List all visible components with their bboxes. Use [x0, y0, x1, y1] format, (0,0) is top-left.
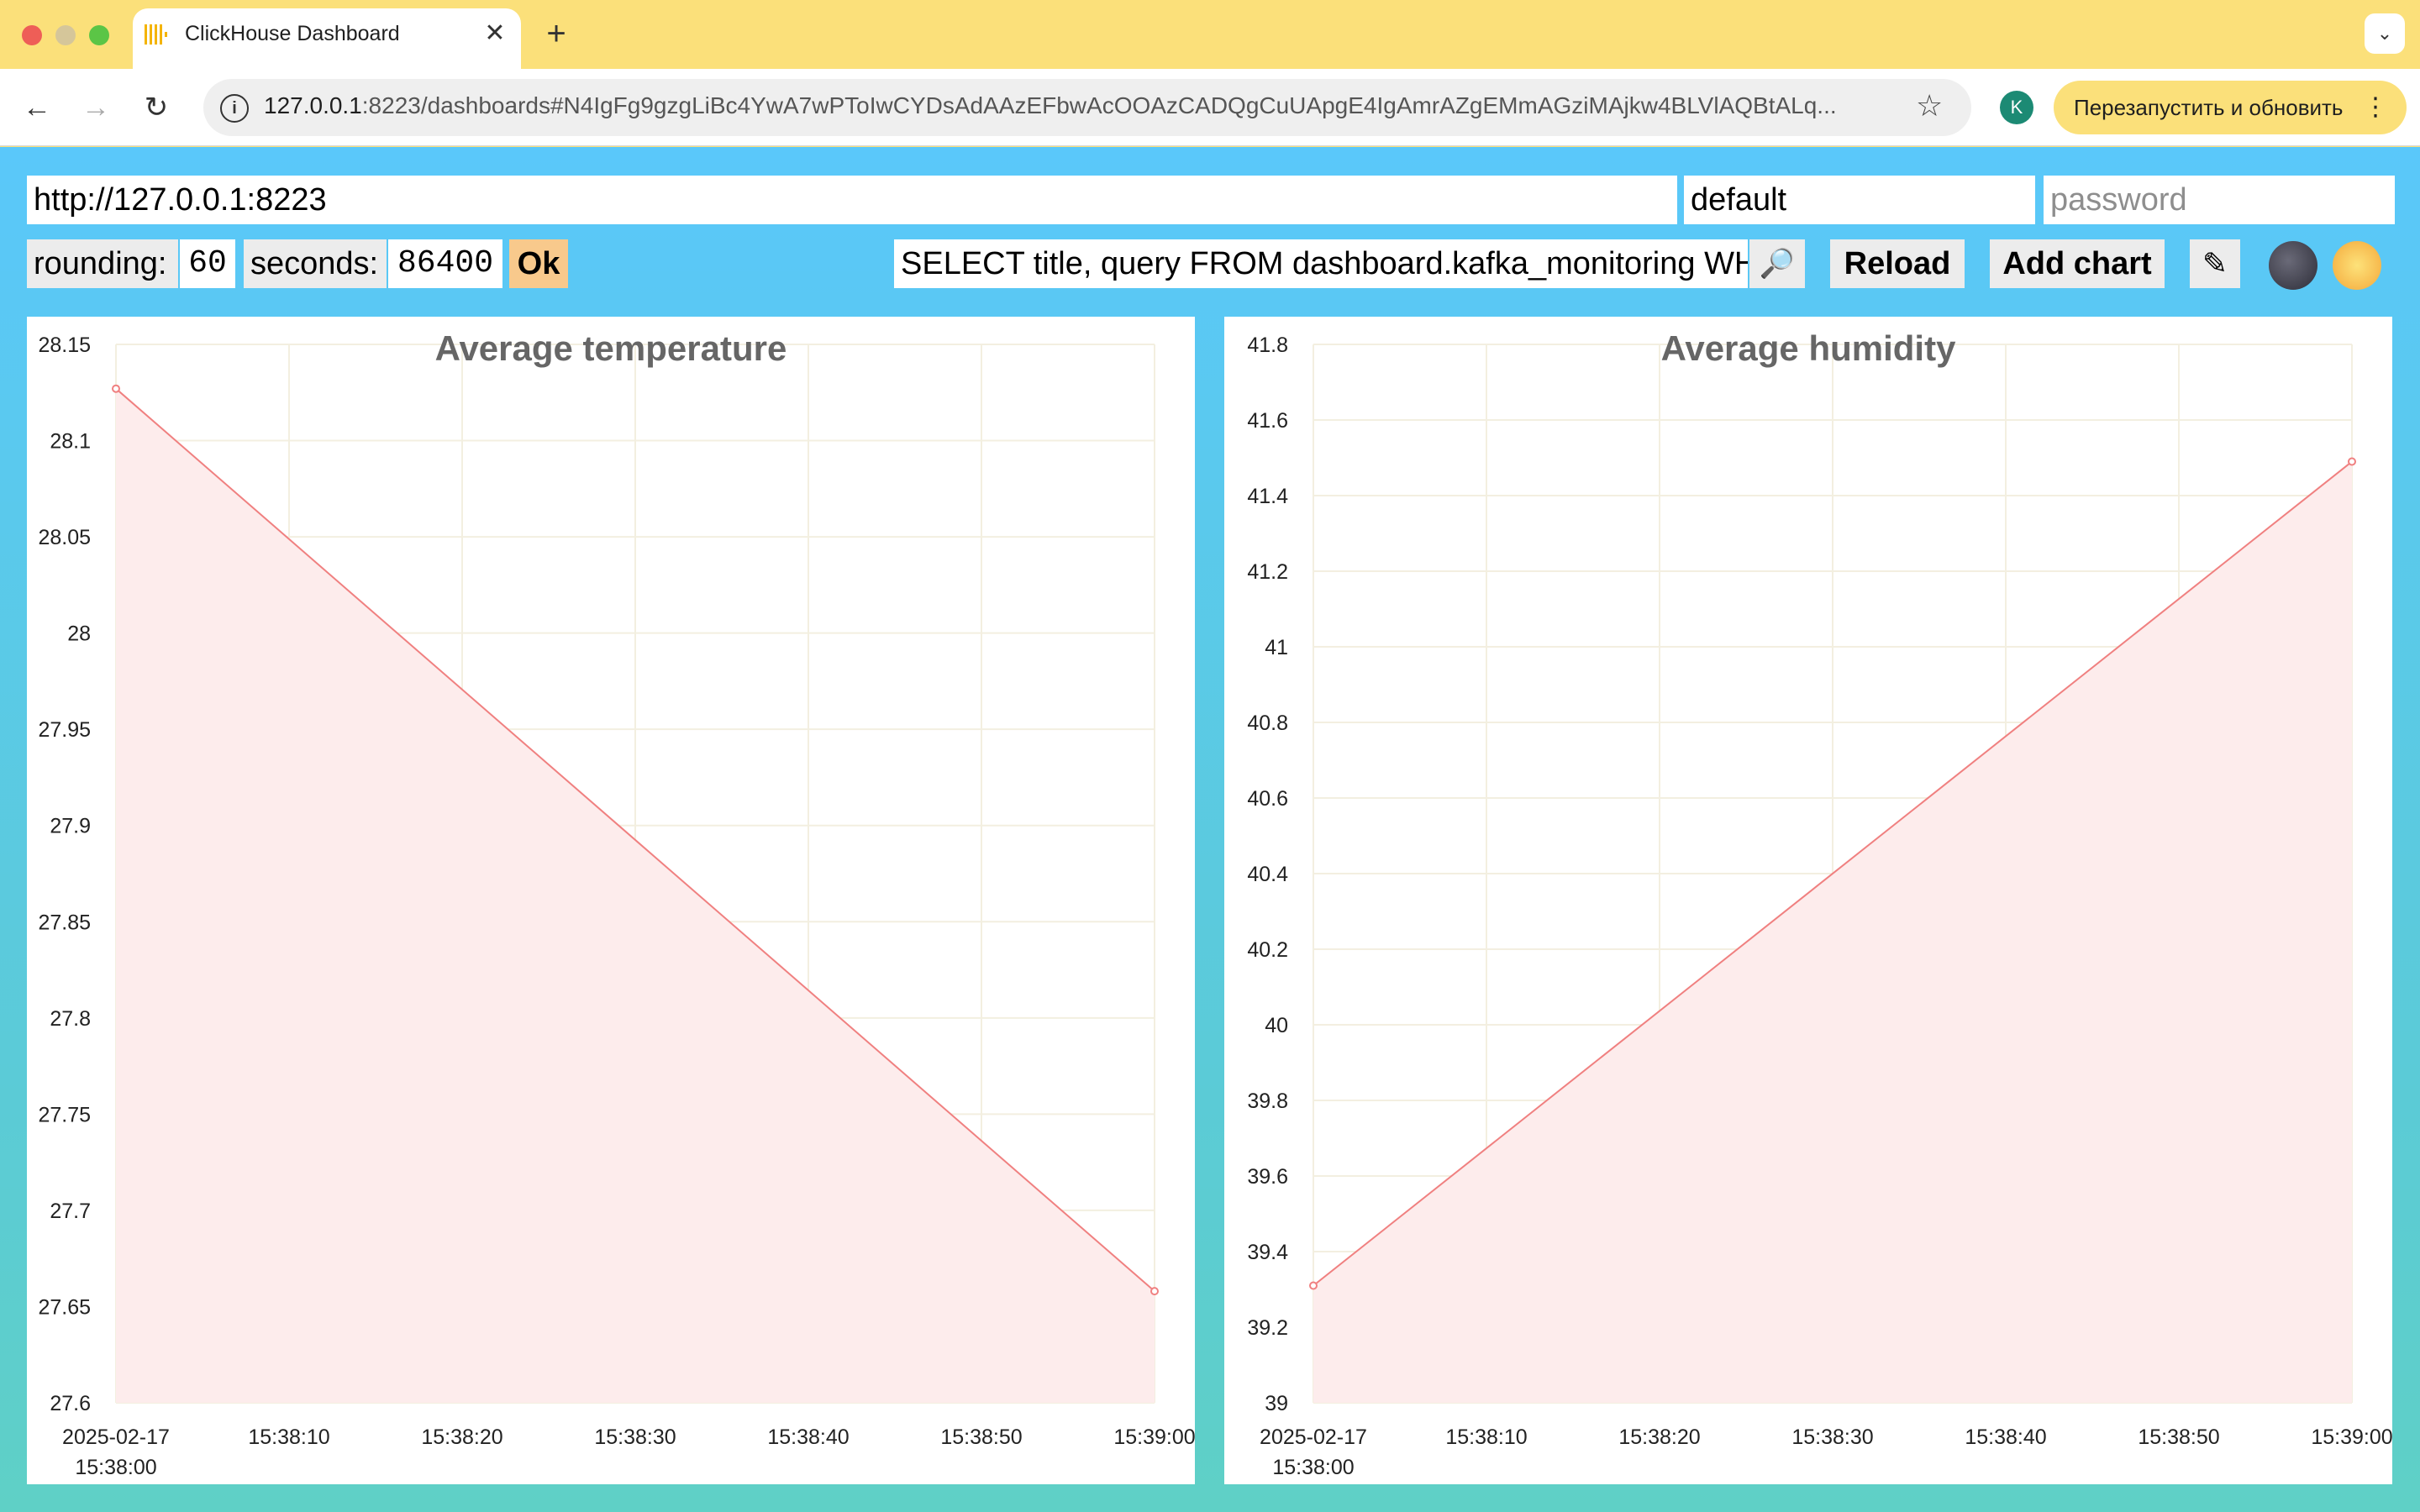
- y-tick-label: 40.6: [1247, 787, 1288, 811]
- y-tick-label: 28.05: [38, 526, 91, 549]
- minimize-window-button[interactable]: [55, 25, 76, 45]
- x-tick-label: 15:38:30: [1791, 1425, 1873, 1449]
- chart-plot: 41.841.641.441.24140.840.640.440.24039.8…: [1247, 333, 2392, 1479]
- x-tick-label: 15:38:30: [594, 1425, 676, 1449]
- data-point: [112, 384, 120, 393]
- chart-average-temperature: 28.15 28.1 28.05 28 27.95 27.9 27.85 27.8 27.75 2…: [27, 317, 1195, 1484]
- password-input[interactable]: password: [2044, 176, 2395, 224]
- tab-close-icon[interactable]: ✕: [482, 17, 508, 50]
- query-input[interactable]: SELECT title, query FROM dashboard.kafka…: [894, 239, 1748, 288]
- x-tick-label: 15:38:40: [1965, 1425, 2046, 1449]
- y-tick-label: 39.2: [1247, 1316, 1288, 1340]
- y-tick-label: 28: [67, 622, 91, 646]
- y-tick-label: 27.8: [50, 1007, 91, 1031]
- data-point: [2348, 457, 2356, 466]
- x-tick-label: 15:38:40: [767, 1425, 849, 1449]
- ok-button[interactable]: Ok: [509, 239, 568, 288]
- address-url[interactable]: 127.0.0.1:8223/dashboards#N4IgFg9gzgLiBc…: [264, 92, 1837, 119]
- x-tick-label: 2025-02-17: [62, 1425, 170, 1449]
- data-point: [1150, 1287, 1159, 1296]
- tab-strip: ClickHouse Dashboard ✕ + ⌄: [0, 0, 2420, 69]
- server-url-input[interactable]: http://127.0.0.1:8223: [27, 176, 1677, 224]
- y-tick-label: 40.2: [1247, 938, 1288, 962]
- bookmark-star-icon[interactable]: ☆: [1916, 89, 1943, 123]
- reload-icon[interactable]: ↻: [136, 87, 176, 128]
- seconds-label: seconds:: [244, 239, 387, 288]
- chart-title: Average humidity: [1660, 328, 1956, 368]
- y-tick-label: 41: [1265, 636, 1288, 659]
- y-tick-label: 41.4: [1247, 485, 1288, 508]
- y-tick-label: 41.6: [1247, 409, 1288, 433]
- y-tick-label: 40.4: [1247, 863, 1288, 886]
- username-input[interactable]: default: [1684, 176, 2035, 224]
- rounding-input[interactable]: 60: [180, 239, 235, 288]
- y-tick-label: 27.95: [38, 718, 91, 742]
- x-tick-label: 15:39:00: [1113, 1425, 1195, 1449]
- tab-title: ClickHouse Dashboard: [185, 22, 400, 45]
- chart-average-humidity: 41.8 41.6 41.4 41.2 41 40.8 40.6 40.4 40.2 40 39.8…: [1224, 317, 2392, 1484]
- more-menu-icon[interactable]: ⋮: [2363, 81, 2388, 134]
- y-tick-label: 39: [1265, 1392, 1288, 1415]
- dashboard-page: http://127.0.0.1:8223 default password r…: [0, 147, 2420, 1512]
- edit-pencil-icon[interactable]: ✎: [2190, 239, 2240, 288]
- new-tab-icon[interactable]: +: [541, 15, 571, 52]
- url-path: :8223/dashboards#N4IgFg9gzgLiBc4YwA7wPTo…: [361, 92, 1837, 118]
- clickhouse-logo-icon: [145, 24, 167, 45]
- back-arrow-icon[interactable]: ←: [17, 87, 57, 128]
- y-tick-label: 40: [1265, 1014, 1288, 1037]
- y-tick-label: 27.7: [50, 1200, 91, 1223]
- dark-theme-moon-icon[interactable]: [2269, 241, 2317, 290]
- tab-search-icon[interactable]: ⌄: [2365, 13, 2405, 54]
- forward-arrow-icon[interactable]: →: [76, 87, 116, 128]
- add-chart-button[interactable]: Add chart: [1990, 239, 2165, 288]
- reload-button[interactable]: Reload: [1830, 239, 1965, 288]
- close-window-button[interactable]: [22, 25, 42, 45]
- x-tick-label: 2025-02-17: [1260, 1425, 1367, 1449]
- url-host: 127.0.0.1: [264, 92, 362, 118]
- light-theme-sun-icon[interactable]: [2333, 241, 2381, 290]
- chart-title: Average temperature: [434, 328, 787, 368]
- site-info-icon[interactable]: i: [220, 94, 249, 123]
- search-icon[interactable]: 🔎: [1749, 239, 1805, 288]
- y-tick-label: 28.1: [50, 430, 91, 454]
- maximize-window-button[interactable]: [89, 25, 109, 45]
- x-tick-label: 15:38:50: [2138, 1425, 2219, 1449]
- x-tick-label: 15:38:50: [940, 1425, 1022, 1449]
- relaunch-update-button[interactable]: Перезапустить и обновить ⋮: [2054, 81, 2407, 134]
- data-point: [1309, 1281, 1318, 1290]
- profile-avatar[interactable]: K: [2000, 91, 2033, 124]
- y-tick-label: 39.8: [1247, 1089, 1288, 1113]
- x-tick-label: 15:38:10: [248, 1425, 329, 1449]
- seconds-input[interactable]: 86400: [388, 239, 502, 288]
- y-tick-label: 27.75: [38, 1103, 91, 1126]
- x-tick-label: 15:38:20: [1618, 1425, 1700, 1449]
- y-tick-label: 27.85: [38, 911, 91, 934]
- chart-plot: 28.1528.128.052827.9527.927.8527.827.752…: [38, 333, 1195, 1479]
- y-tick-label: 39.6: [1247, 1165, 1288, 1189]
- x-tick-sublabel: 15:38:00: [1272, 1456, 1354, 1479]
- y-tick-label: 27.65: [38, 1295, 91, 1319]
- x-tick-label: 15:38:20: [421, 1425, 502, 1449]
- rounding-label: rounding:: [27, 239, 178, 288]
- x-tick-label: 15:39:00: [2311, 1425, 2392, 1449]
- relaunch-update-label: Перезапустить и обновить: [2074, 95, 2344, 120]
- y-tick-label: 39.4: [1247, 1241, 1288, 1264]
- y-tick-label: 40.8: [1247, 711, 1288, 735]
- y-tick-label: 27.6: [50, 1392, 91, 1415]
- y-tick-label: 27.9: [50, 815, 91, 838]
- x-tick-sublabel: 15:38:00: [75, 1456, 156, 1479]
- x-tick-label: 15:38:10: [1445, 1425, 1527, 1449]
- y-tick-label: 41.2: [1247, 560, 1288, 584]
